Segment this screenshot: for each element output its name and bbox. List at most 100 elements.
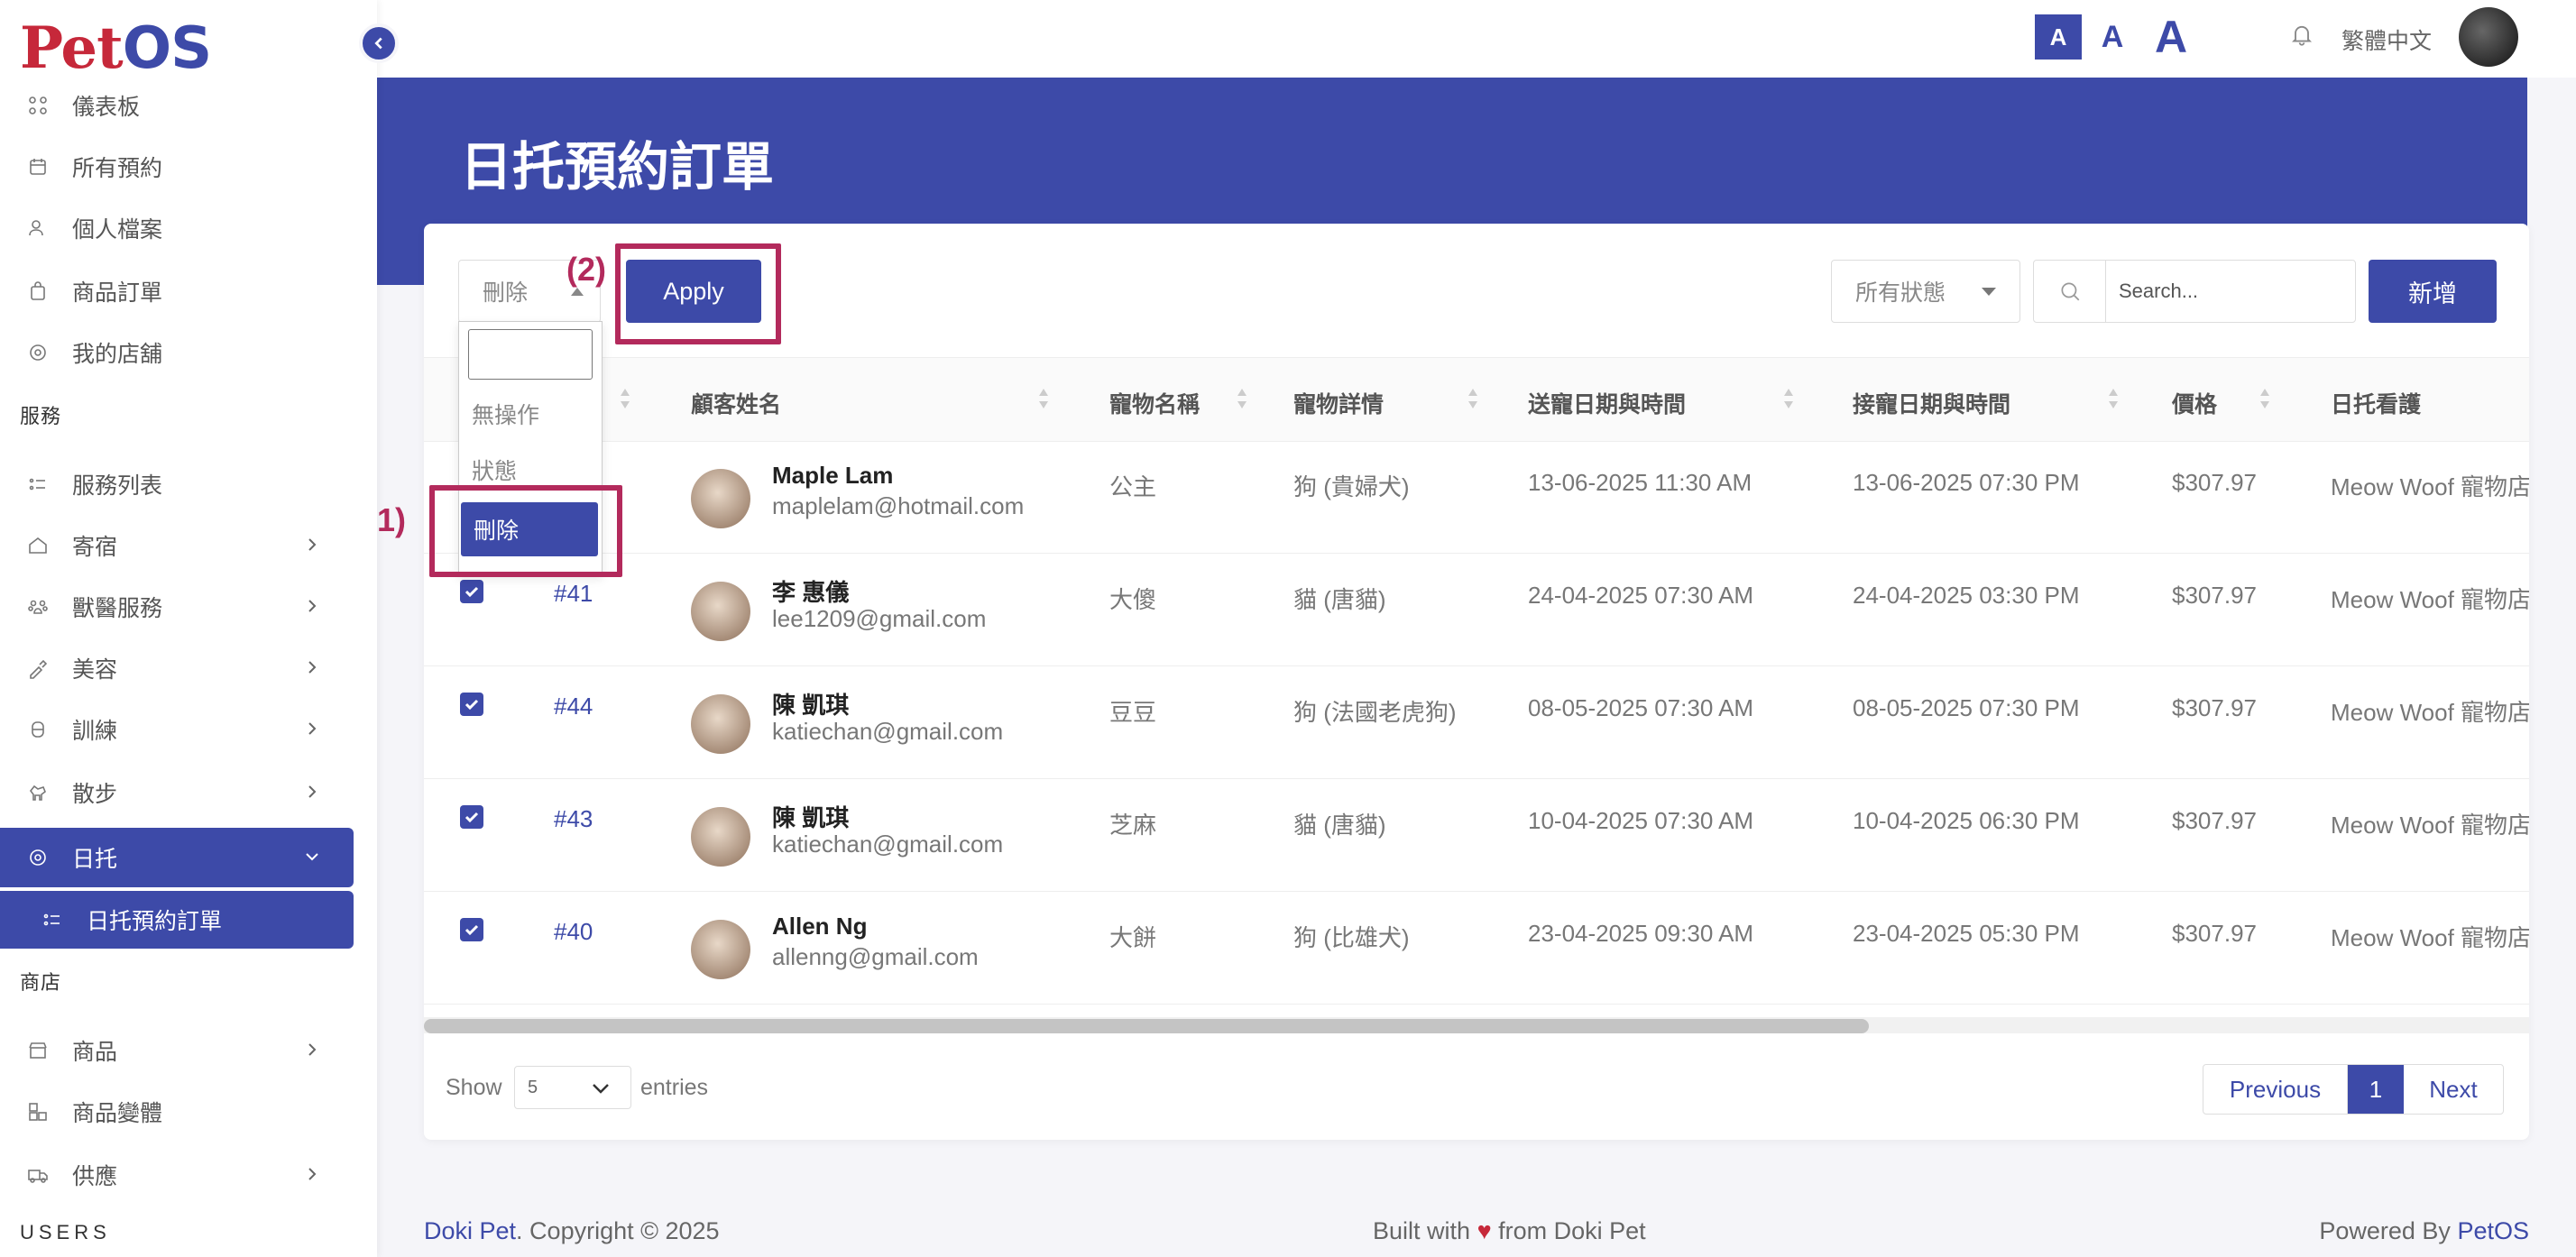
sort-icon[interactable] xyxy=(1236,385,1248,412)
row-checkbox[interactable] xyxy=(460,580,483,603)
sidebar-item-grooming[interactable]: 美容 xyxy=(0,638,354,698)
sidebar-item-profile[interactable]: 個人檔案 xyxy=(0,198,354,258)
add-new-button[interactable]: 新增 xyxy=(2369,260,2497,323)
orders-card: 刪除 Apply 所有狀態 新增 顧客姓名 寵物名稱 寵物詳情 送寵日期與時間 … xyxy=(424,224,2529,1140)
sidebar-item-service-list[interactable]: 服務列表 xyxy=(0,454,354,514)
sort-icon[interactable] xyxy=(2259,385,2271,412)
sidebar-item-label: 訓練 xyxy=(72,719,118,744)
pickup-time: 08-05-2025 07:30 PM xyxy=(1853,694,2080,721)
heart-icon: ♥ xyxy=(1477,1217,1492,1244)
delete-highlight-box xyxy=(429,485,622,577)
carer: Meow Woof 寵物店 xyxy=(2331,699,2529,726)
table-row[interactable]: #40 Allen Ng allenng@gmail.com 大餅 狗 (比雄犬… xyxy=(424,893,2529,1005)
table-row[interactable]: #44 陳 凱琪 katiechan@gmail.com 豆豆 狗 (法國老虎狗… xyxy=(424,667,2529,779)
built-with-text: Built with xyxy=(1373,1217,1471,1244)
pet-name: 豆豆 xyxy=(1109,699,1157,726)
font-size-large-button[interactable]: A xyxy=(2148,12,2194,62)
daycare-icon xyxy=(27,847,49,868)
price: $307.97 xyxy=(2172,694,2257,721)
sort-icon[interactable] xyxy=(619,385,631,412)
row-checkbox[interactable] xyxy=(460,693,483,716)
page-1-button[interactable]: 1 xyxy=(2348,1065,2404,1114)
customer-avatar xyxy=(691,694,750,754)
customer-email: katiechan@gmail.com xyxy=(772,830,1004,858)
sort-icon[interactable] xyxy=(1037,385,1050,412)
user-avatar[interactable] xyxy=(2459,7,2518,67)
sidebar-item-product-orders[interactable]: 商品訂單 xyxy=(0,261,354,321)
column-header-dropoff[interactable]: 送寵日期與時間 xyxy=(1528,387,1686,419)
carer: Meow Woof 寵物店 xyxy=(2331,586,2529,613)
vet-icon xyxy=(27,596,49,618)
row-checkbox[interactable] xyxy=(460,918,483,941)
sidebar-collapse-button[interactable] xyxy=(359,23,399,63)
chevron-right-icon xyxy=(308,785,317,798)
sidebar-item-my-store[interactable]: 我的店舖 xyxy=(0,323,354,382)
petos-logo[interactable]: PetOS xyxy=(20,14,212,82)
table-row[interactable]: Maple Lam maplelam@hotmail.com 公主 狗 (貴婦犬… xyxy=(424,442,2529,554)
dropdown-search-input[interactable] xyxy=(468,329,593,380)
table-row[interactable]: #41 李 惠儀 lee1209@gmail.com 大傻 貓 (唐貓) 24-… xyxy=(424,555,2529,666)
font-size-medium-button[interactable]: A xyxy=(2094,14,2130,60)
order-id-link[interactable]: #44 xyxy=(554,693,593,720)
dropdown-option-no-action[interactable]: 無操作 xyxy=(459,387,602,441)
font-size-small-button[interactable]: A xyxy=(2035,14,2082,60)
customer-email: maplelam@hotmail.com xyxy=(772,492,1025,519)
sidebar-item-walking[interactable]: 散步 xyxy=(0,763,354,822)
sidebar-item-label: 散步 xyxy=(72,782,118,807)
grooming-icon xyxy=(27,657,49,679)
search-input[interactable] xyxy=(2106,280,2350,303)
horizontal-scrollbar-thumb[interactable] xyxy=(424,1019,1869,1033)
order-id-link[interactable]: #41 xyxy=(554,580,593,608)
column-header-pickup[interactable]: 接寵日期與時間 xyxy=(1853,387,2010,419)
column-header-pet-detail[interactable]: 寵物詳情 xyxy=(1293,387,1384,419)
pet-detail: 狗 (法國老虎狗) xyxy=(1293,699,1457,726)
sidebar-item-label: 儀表板 xyxy=(72,95,141,120)
sidebar-item-label: 商品訂單 xyxy=(72,280,163,306)
sort-icon[interactable] xyxy=(1467,385,1479,412)
sidebar-item-daycare-orders[interactable]: 日托預約訂單 xyxy=(0,891,354,949)
sidebar-item-products[interactable]: 商品 xyxy=(0,1021,354,1080)
row-checkbox[interactable] xyxy=(460,805,483,829)
customer-name: 李 惠儀 xyxy=(772,579,850,606)
entries-per-page-select[interactable]: 5 xyxy=(514,1066,631,1109)
sidebar-item-supply[interactable]: 供應 xyxy=(0,1145,354,1205)
pet-name: 大傻 xyxy=(1109,586,1157,613)
sidebar-item-all-bookings[interactable]: 所有預約 xyxy=(0,137,354,197)
customer-avatar xyxy=(691,807,750,867)
sidebar-item-training[interactable]: 訓練 xyxy=(0,700,354,759)
sort-icon[interactable] xyxy=(2107,385,2120,412)
list-icon xyxy=(41,909,63,931)
sidebar-item-boarding[interactable]: 寄宿 xyxy=(0,516,354,575)
pet-detail: 貓 (唐貓) xyxy=(1293,812,1386,839)
next-page-button[interactable]: Next xyxy=(2404,1065,2503,1114)
price: $307.97 xyxy=(2172,582,2257,609)
sidebar-item-variants[interactable]: 商品變體 xyxy=(0,1082,354,1142)
chevron-right-icon xyxy=(308,1168,317,1180)
price: $307.97 xyxy=(2172,807,2257,834)
shop-icon xyxy=(27,1040,49,1061)
order-id-link[interactable]: #40 xyxy=(554,918,593,946)
previous-page-button[interactable]: Previous xyxy=(2203,1065,2348,1114)
powered-by-link[interactable]: PetOS xyxy=(2457,1217,2529,1244)
entries-value: 5 xyxy=(528,1077,538,1097)
column-header-pet-name[interactable]: 寵物名稱 xyxy=(1109,387,1200,419)
column-header-price[interactable]: 價格 xyxy=(2172,387,2217,419)
sidebar-item-daycare[interactable]: 日托 xyxy=(0,828,354,887)
sidebar-item-dashboard[interactable]: 儀表板 xyxy=(0,76,354,135)
footer-brand-link[interactable]: Doki Pet xyxy=(424,1217,516,1244)
column-header-customer[interactable]: 顧客姓名 xyxy=(691,387,781,419)
apply-highlight-box xyxy=(615,243,781,344)
table-row[interactable]: #43 陳 凱琪 katiechan@gmail.com 芝麻 貓 (唐貓) 1… xyxy=(424,780,2529,892)
status-filter-select[interactable]: 所有狀態 xyxy=(1831,260,2020,323)
sort-icon[interactable] xyxy=(1782,385,1795,412)
check-icon xyxy=(465,699,479,711)
sidebar-item-vet[interactable]: 獸醫服務 xyxy=(0,577,354,637)
language-selector[interactable]: 繁體中文 xyxy=(2341,23,2432,56)
sidebar-item-label: 商品 xyxy=(72,1040,118,1065)
order-id-link[interactable]: #43 xyxy=(554,805,593,833)
bell-icon[interactable] xyxy=(2289,22,2314,47)
column-header-carer[interactable]: 日托看護 xyxy=(2331,387,2421,419)
sidebar-item-label: 美容 xyxy=(72,657,118,683)
bag-icon xyxy=(27,280,49,302)
sidebar-item-label: 獸醫服務 xyxy=(72,596,163,621)
